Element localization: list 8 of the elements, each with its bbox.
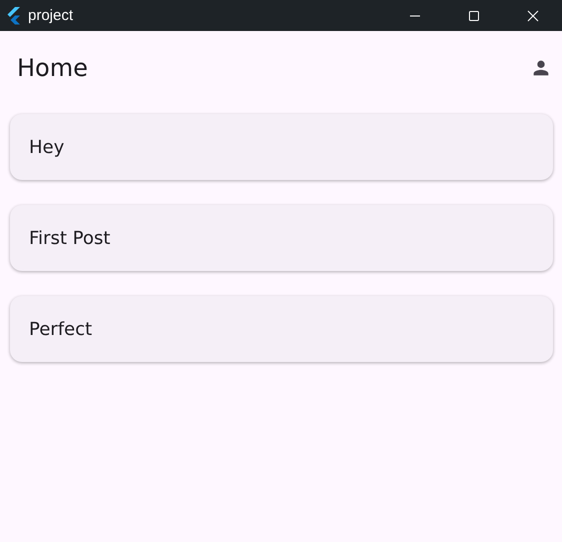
logo-icon [6,6,22,24]
post-card[interactable]: Hey [10,114,553,180]
page-title: Home [17,54,88,82]
post-card[interactable]: First Post [10,205,553,271]
window-title: project [28,7,74,24]
close-icon [526,10,538,22]
post-card[interactable]: Perfect [10,296,553,362]
maximize-icon [468,10,480,22]
